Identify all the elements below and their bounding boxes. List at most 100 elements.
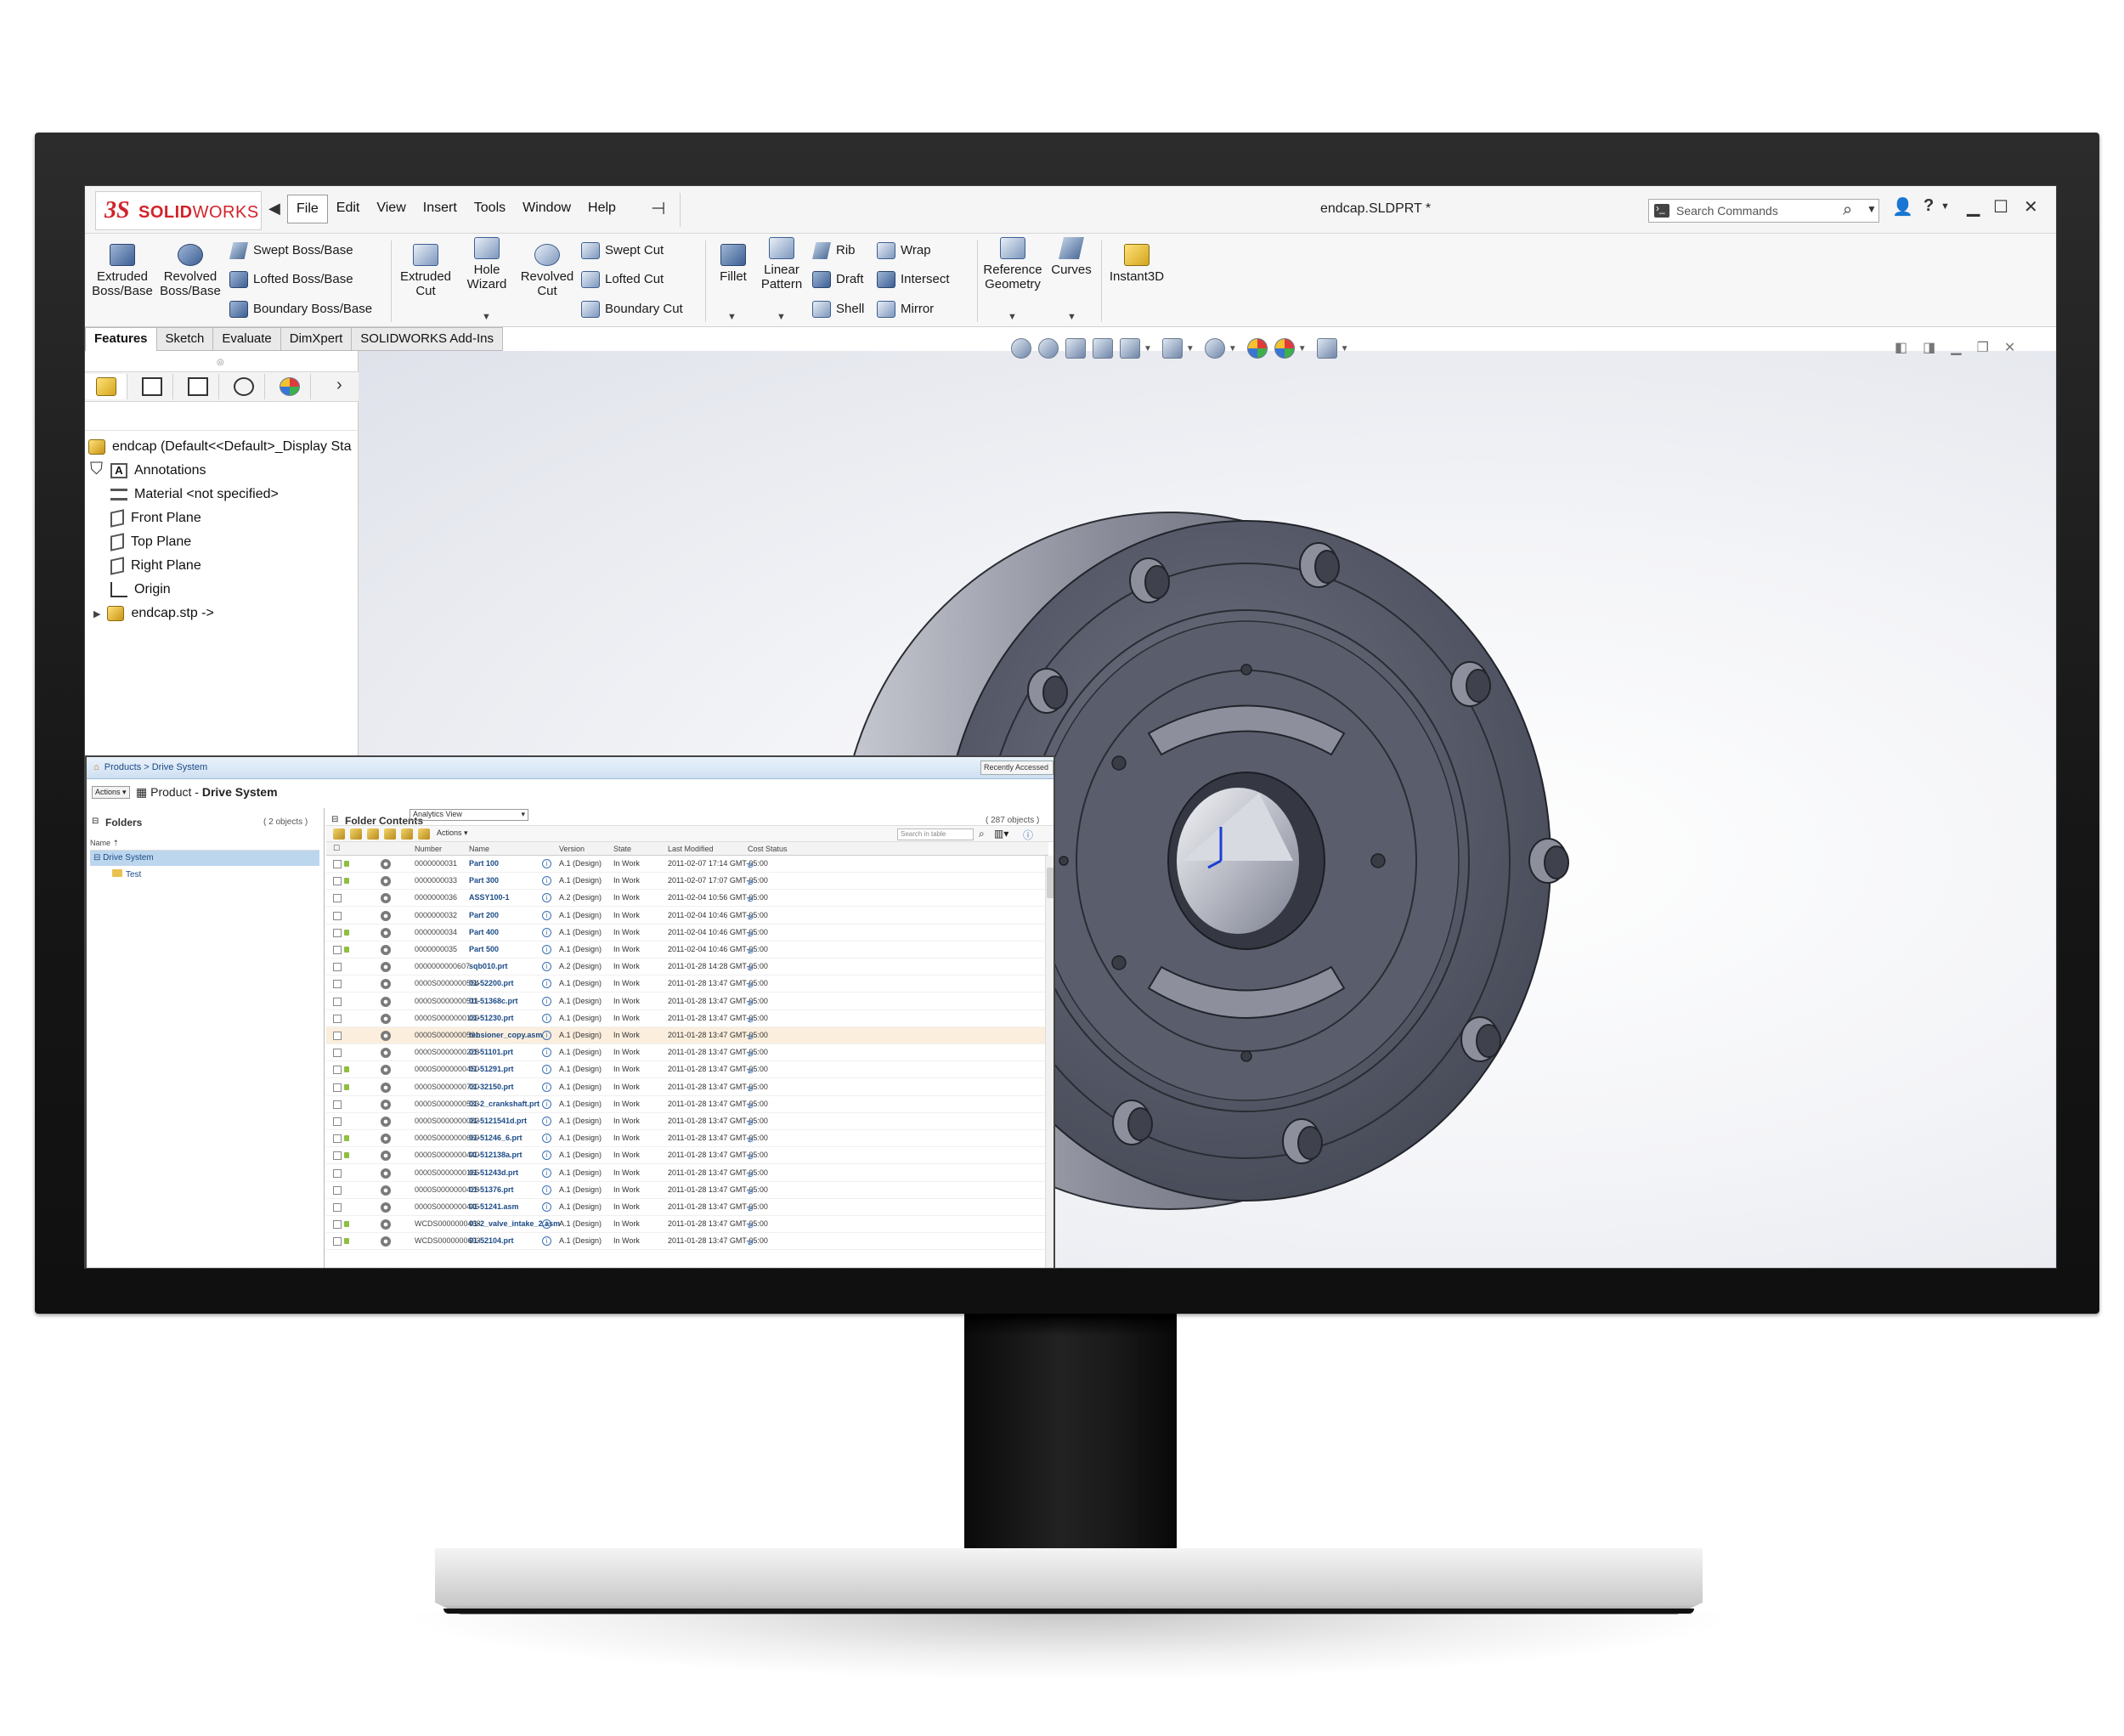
collapse-icon[interactable]: ⊟ — [331, 815, 338, 824]
menu-file[interactable]: File — [287, 195, 328, 223]
filter-icon[interactable]: ⛉ — [90, 460, 103, 479]
table-view-icon[interactable]: ▥▾ — [994, 828, 1008, 840]
tree-item-front-plane[interactable]: Front Plane — [110, 507, 201, 529]
extruded-boss-button[interactable]: Extruded Boss/Base — [92, 244, 153, 298]
tree-item-endcap-stp[interactable]: ▶ endcap.stp -> — [93, 602, 214, 625]
info-icon[interactable]: i — [542, 945, 551, 954]
table-row[interactable]: 0000S0000000591 tensioner_copy.asm i A.1 (D… — [326, 1027, 1045, 1044]
reference-geometry-dropdown-icon[interactable]: ▼ — [1008, 312, 1017, 322]
actions-menu-button[interactable]: Actions ▾ — [92, 786, 130, 799]
tab-display-manager[interactable] — [268, 374, 311, 399]
boundary-cut-button[interactable]: Boundary Cut — [581, 299, 683, 319]
tree-item-top-plane[interactable]: Top Plane — [110, 531, 191, 553]
curves-dropdown-icon[interactable]: ▼ — [1067, 312, 1076, 322]
cell-name-link[interactable]: 01-52200.prt — [469, 979, 514, 987]
folder-item-test[interactable]: Test — [112, 869, 141, 879]
zoom-to-fit-icon[interactable] — [1011, 338, 1031, 359]
tree-item-right-plane[interactable]: Right Plane — [110, 555, 201, 577]
row-checkbox[interactable] — [333, 1117, 342, 1126]
tab-solidworks-add-ins[interactable]: SOLIDWORKS Add-Ins — [352, 327, 503, 351]
mirror-button[interactable]: Mirror — [877, 299, 934, 319]
column-number[interactable]: Number — [415, 845, 442, 853]
edit-icon[interactable] — [384, 828, 396, 840]
view-orientation-dropdown-icon[interactable]: ▼ — [1186, 344, 1195, 353]
row-checkbox[interactable] — [333, 928, 342, 937]
minimize-icon[interactable]: ▁ — [1967, 196, 1980, 218]
table-row[interactable]: 0000S0000000533 01-2_crankshaft.prt i A.1 (… — [326, 1096, 1045, 1113]
info-icon[interactable]: i — [542, 1236, 551, 1247]
cell-name-link[interactable]: 01-51246_6.prt — [469, 1134, 523, 1142]
row-checkbox[interactable] — [333, 997, 342, 1006]
tree-item-annotations[interactable]: A Annotations — [110, 460, 206, 482]
row-checkbox[interactable] — [333, 877, 342, 886]
tab-feature-tree[interactable] — [85, 374, 127, 399]
lofted-boss-button[interactable]: Lofted Boss/Base — [229, 269, 353, 290]
table-row[interactable]: 0000S0000000669 01-51246_6.prt i A.1 (Desig… — [326, 1130, 1045, 1148]
table-row[interactable]: 0000S0000000511 01-51368c.prt i A.1 (Design… — [326, 993, 1045, 1010]
cell-name-link[interactable]: tensioner_copy.asm — [469, 1031, 542, 1039]
row-checkbox[interactable] — [333, 1185, 342, 1195]
viewport-restore-icon[interactable]: ❐ — [1977, 339, 1989, 356]
table-row[interactable]: 0000S0000000428 01-51376.prt i A.1 (Design)… — [326, 1182, 1045, 1199]
row-checkbox[interactable] — [333, 1134, 342, 1144]
contents-actions-button[interactable]: Actions ▾ — [437, 828, 468, 838]
linear-pattern-button[interactable]: Linear Pattern — [756, 237, 807, 291]
search-commands-input[interactable]: Search Commands ⌕ ▼ — [1648, 199, 1879, 223]
info-icon[interactable]: i — [542, 1031, 551, 1040]
menu-window[interactable]: Window — [514, 195, 579, 223]
pin-menu-icon[interactable]: ⊣ — [651, 198, 665, 219]
view-orientation-icon[interactable] — [1161, 338, 1183, 359]
table-row[interactable]: 0000000035 Part 500 i A.1 (Design) In Work 20… — [326, 942, 1045, 958]
split-left-icon[interactable]: ◧ — [1895, 339, 1907, 356]
table-row[interactable]: 0000S0000000730 01-32150.prt i A.1 (Design)… — [326, 1079, 1045, 1096]
table-row[interactable]: 0000000032 Part 200 i A.1 (Design) In Work 20… — [326, 908, 1045, 925]
help-dropdown-icon[interactable]: ▼ — [1940, 201, 1950, 212]
view-settings-icon[interactable] — [1316, 338, 1337, 359]
tree-filter-bar[interactable]: ⛉ — [85, 404, 359, 478]
info-icon[interactable]: i — [542, 1099, 551, 1109]
viewport-close-icon[interactable]: ✕ — [2004, 339, 2015, 356]
row-checkbox[interactable] — [333, 1168, 342, 1178]
copy-icon[interactable] — [418, 828, 430, 840]
view-settings-dropdown-icon[interactable]: ▼ — [1341, 344, 1349, 353]
swept-boss-button[interactable]: Swept Boss/Base — [229, 240, 353, 261]
column-version[interactable]: Version — [559, 845, 585, 853]
solidworks-logo[interactable]: 3S SOLIDWORKS — [95, 191, 262, 230]
table-row[interactable]: 0000S0000000082 01-5121541d.prt i A.1 (Desi… — [326, 1113, 1045, 1130]
table-row[interactable]: WCDS0000000468 01-2_valve_intake_2.asm i A.… — [326, 1216, 1045, 1234]
info-icon[interactable]: i — [542, 1202, 551, 1212]
cell-name-link[interactable]: 01-52104.prt — [469, 1236, 514, 1245]
info-icon[interactable]: i — [542, 1151, 551, 1161]
tab-features[interactable]: Features — [85, 327, 157, 351]
hole-wizard-dropdown-icon[interactable]: ▼ — [482, 312, 491, 322]
column-cost-status[interactable]: Cost Status — [748, 845, 788, 853]
tab-dimxpert-manager[interactable] — [223, 374, 265, 399]
tab-dimxpert[interactable]: DimXpert — [280, 327, 353, 351]
table-row[interactable]: 0000000034 Part 400 i A.1 (Design) In Work 20… — [326, 925, 1045, 942]
revolved-boss-button[interactable]: Revolved Boss/Base — [160, 244, 221, 298]
table-row[interactable]: 0000000033 Part 300 i A.1 (Design) In Work 20… — [326, 873, 1045, 891]
info-icon[interactable]: i — [542, 1134, 551, 1144]
cell-name-link[interactable]: 01-51376.prt — [469, 1185, 514, 1194]
collapse-icon[interactable]: ⊟ — [92, 817, 99, 826]
apply-scene-dropdown-icon[interactable]: ▼ — [1298, 344, 1307, 353]
tree-item-origin[interactable]: Origin — [110, 579, 171, 601]
info-icon[interactable]: i — [542, 1065, 551, 1075]
table-search-input[interactable]: Search in table — [897, 828, 974, 840]
tree-item-material[interactable]: Material <not specified> — [110, 483, 279, 506]
row-checkbox[interactable] — [333, 946, 342, 954]
expand-arrow-icon[interactable]: ▶ — [93, 603, 104, 625]
folder-icon[interactable] — [401, 828, 413, 840]
row-checkbox[interactable] — [333, 1032, 342, 1040]
dynamic-annotation-icon[interactable] — [1120, 338, 1140, 359]
info-icon[interactable]: i — [542, 927, 551, 937]
cell-name-link[interactable]: 01-32150.prt — [469, 1083, 514, 1091]
menu-insert[interactable]: Insert — [415, 195, 466, 223]
row-checkbox[interactable] — [333, 1203, 342, 1212]
info-icon[interactable]: i — [542, 1013, 551, 1023]
row-checkbox[interactable] — [333, 1220, 342, 1230]
info-icon[interactable]: i — [542, 910, 551, 920]
wrap-button[interactable]: Wrap — [877, 240, 931, 261]
info-icon[interactable]: i — [542, 1082, 551, 1092]
cell-name-link[interactable]: 01-51230.prt — [469, 1014, 514, 1022]
